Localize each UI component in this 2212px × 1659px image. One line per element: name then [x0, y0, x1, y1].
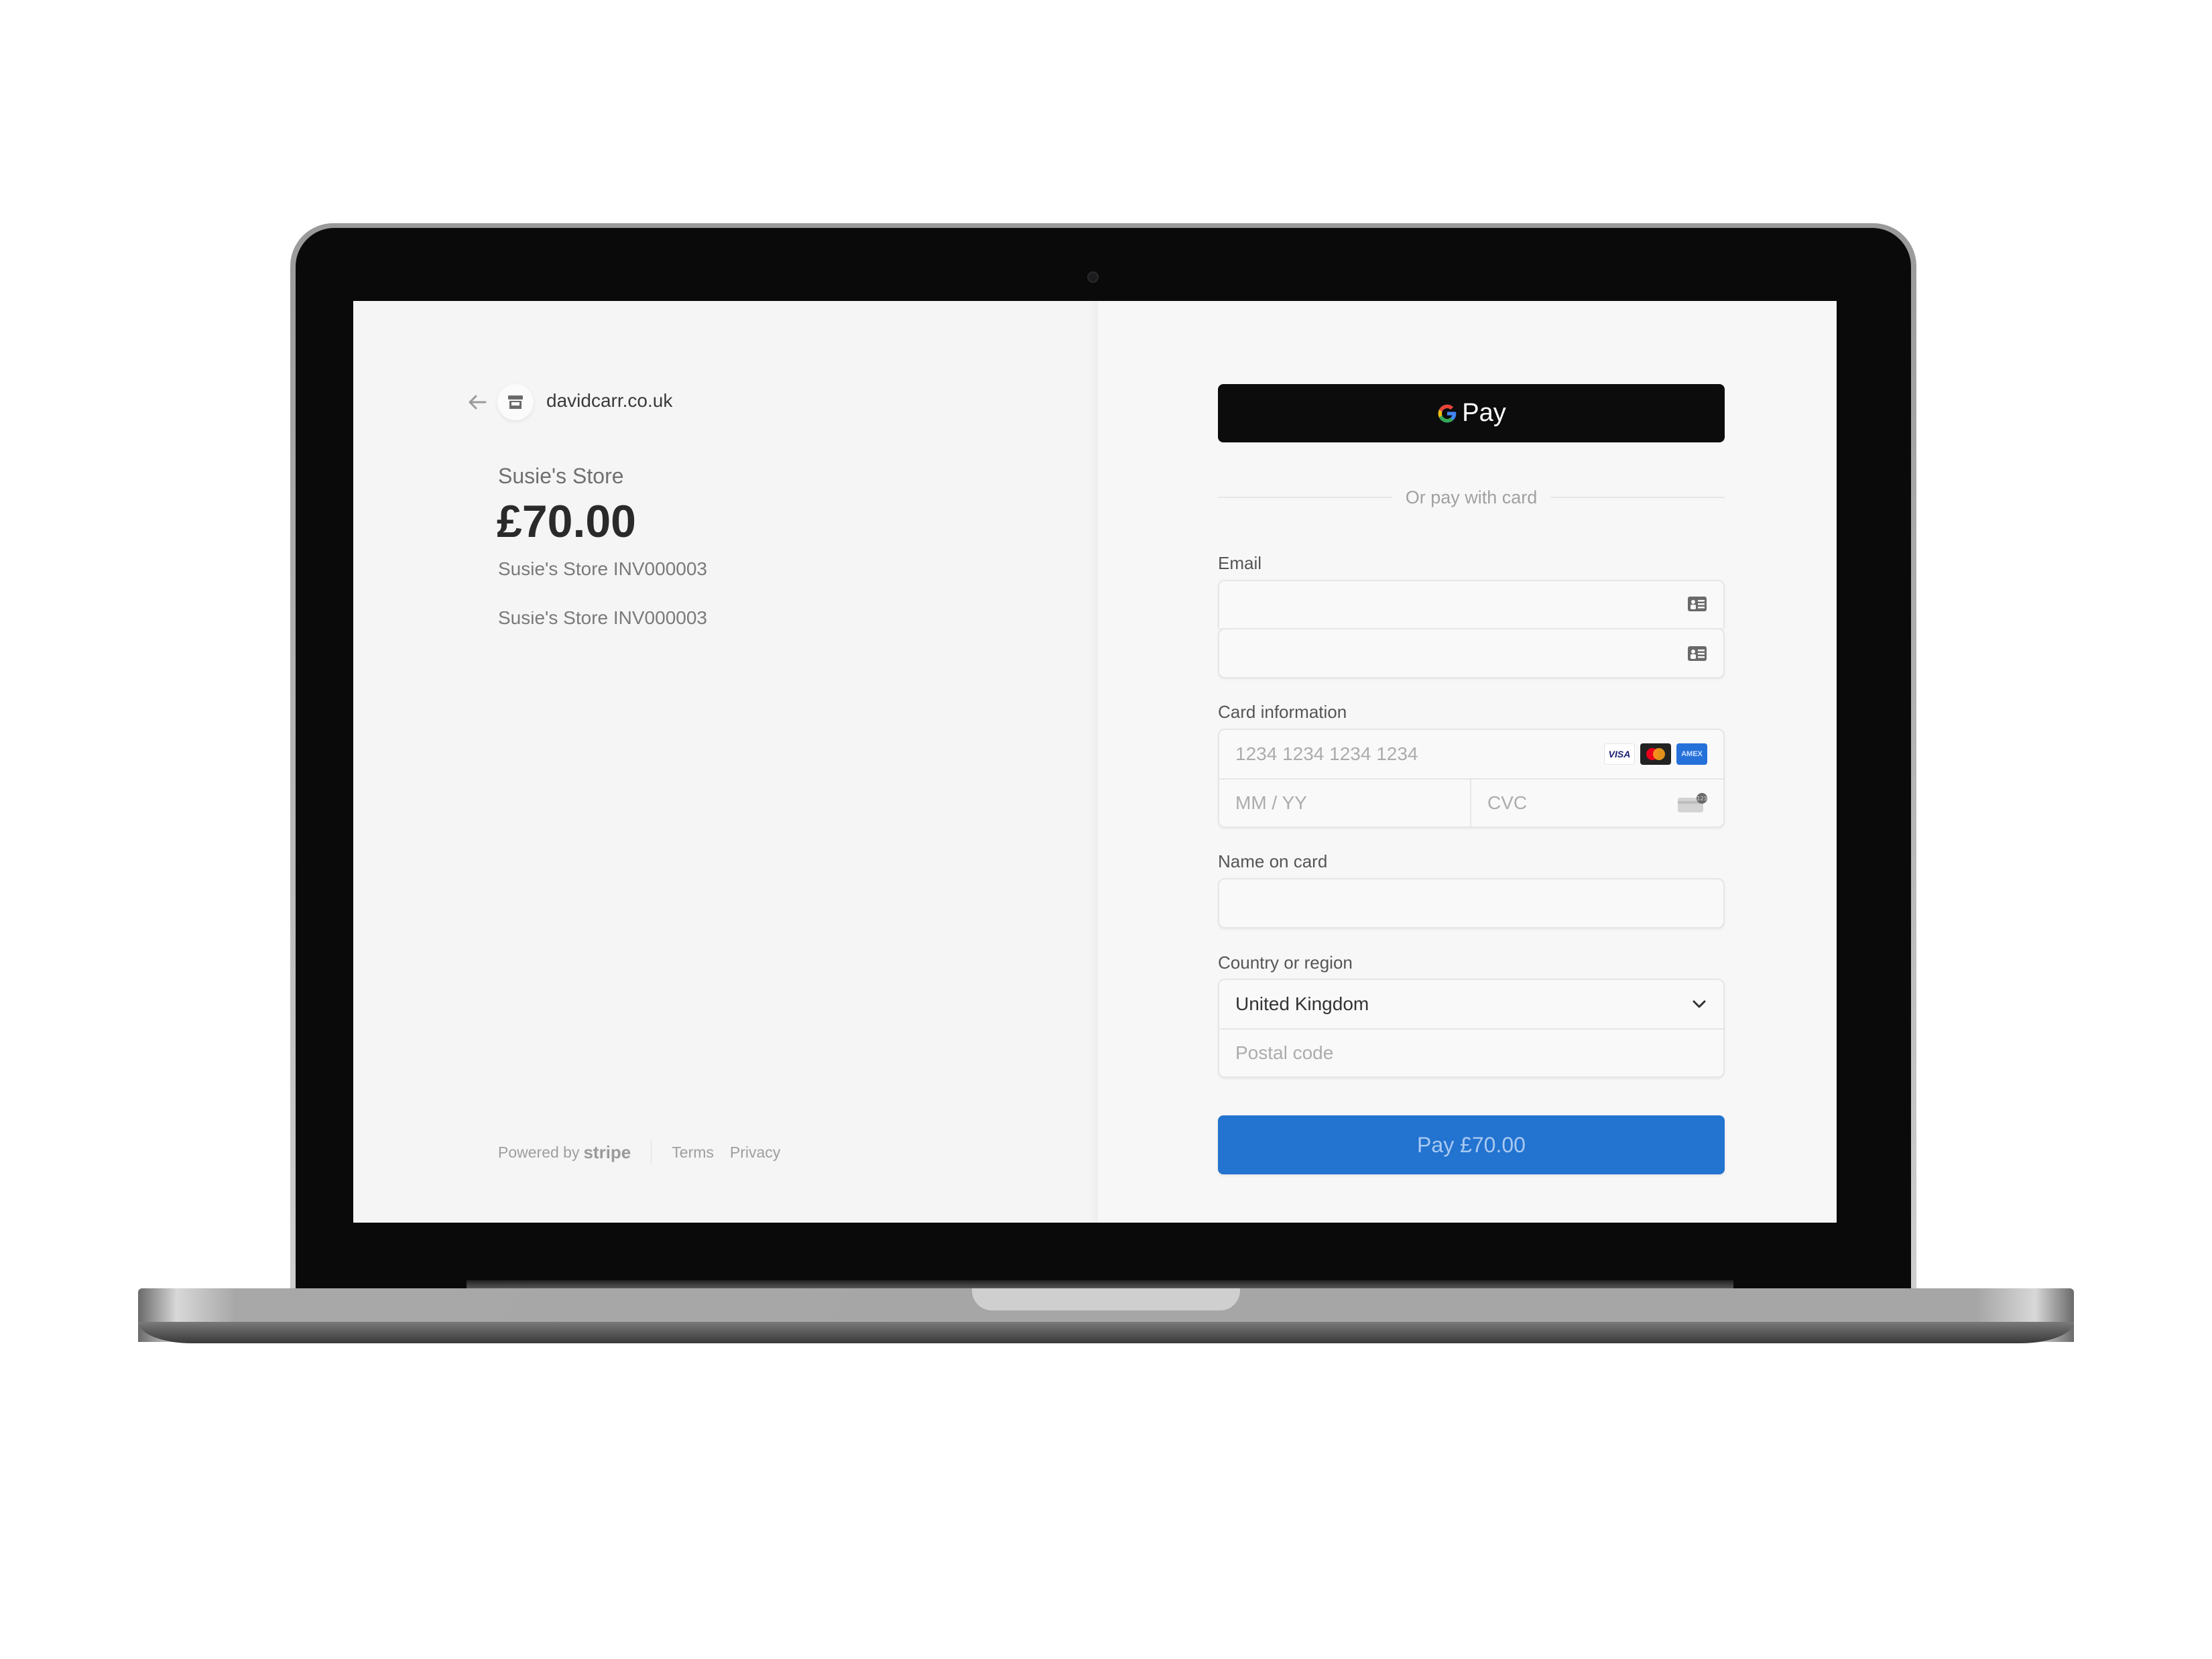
svg-text:123: 123: [1697, 796, 1707, 802]
footer: Powered by stripe Terms Privacy: [498, 1141, 796, 1164]
storefront-icon: [508, 395, 523, 409]
country-label: Country or region: [1218, 953, 1353, 973]
expiry-placeholder: MM / YY: [1235, 792, 1307, 813]
email-field-ghost[interactable]: [1218, 580, 1725, 628]
google-pay-label: Pay: [1462, 399, 1506, 427]
terms-link[interactable]: Terms: [672, 1144, 714, 1162]
card-brands: VISA AMEX: [1604, 743, 1707, 765]
cvc-placeholder: CVC: [1487, 792, 1528, 813]
invoice-description-duplicate: Susie's Store INV000003: [498, 607, 707, 628]
contact-card-icon: [1688, 597, 1707, 611]
merchant-name: Susie's Store: [498, 464, 624, 488]
or-divider: Or pay with card: [1218, 484, 1725, 511]
card-number-placeholder: 1234 1234 1234 1234: [1235, 743, 1418, 764]
card-info-group: 1234 1234 1234 1234 VISA AMEX MM / YY CV…: [1218, 729, 1725, 828]
invoice-description: Susie's Store INV000003: [498, 558, 707, 579]
chevron-down-icon: [1693, 1000, 1706, 1008]
visa-icon: VISA: [1604, 743, 1635, 765]
pay-button[interactable]: Pay £70.00: [1218, 1115, 1725, 1174]
divider-line-right: [1550, 497, 1725, 498]
divider-text: Or pay with card: [1405, 487, 1538, 507]
privacy-link[interactable]: Privacy: [730, 1144, 780, 1162]
email-field[interactable]: [1218, 628, 1725, 678]
mastercard-icon: [1640, 743, 1671, 765]
country-select[interactable]: United Kingdom: [1219, 980, 1723, 1028]
card-cvc-icon: 123: [1678, 793, 1707, 812]
powered-by-text: Powered by: [498, 1143, 580, 1161]
back-button[interactable]: [467, 393, 487, 412]
checkout-screen: davidcarr.co.uk Susie's Store £70.00 Sus…: [353, 301, 1837, 1223]
card-number-field[interactable]: 1234 1234 1234 1234 VISA AMEX: [1219, 730, 1723, 778]
google-pay-button[interactable]: Pay: [1218, 384, 1725, 442]
postal-code-placeholder: Postal code: [1235, 1042, 1334, 1063]
country-selected: United Kingdom: [1235, 993, 1369, 1014]
cvc-field[interactable]: CVC 123: [1471, 780, 1723, 826]
name-on-card-field[interactable]: [1218, 878, 1725, 928]
webcam: [1087, 271, 1099, 283]
contact-card-icon: [1688, 646, 1707, 661]
name-on-card-label: Name on card: [1218, 851, 1328, 871]
merchant-logo: [497, 384, 534, 420]
laptop-hinge: [467, 1280, 1733, 1288]
total-amount: £70.00: [497, 496, 636, 547]
payment-pane: Pay Or pay with card Email Card informat…: [1098, 301, 1837, 1223]
expiry-field[interactable]: MM / YY: [1219, 780, 1471, 826]
laptop-opening-notch: [972, 1288, 1240, 1310]
postal-code-field[interactable]: Postal code: [1219, 1028, 1723, 1077]
stripe-logo[interactable]: stripe: [583, 1142, 631, 1163]
merchant-domain: davidcarr.co.uk: [546, 390, 673, 411]
footer-divider: [651, 1141, 652, 1164]
arrow-left-icon: [469, 395, 487, 410]
card-info-label: Card information: [1218, 702, 1347, 722]
address-group: United Kingdom Postal code: [1218, 979, 1725, 1078]
divider-line-left: [1218, 497, 1392, 498]
amex-icon: AMEX: [1676, 743, 1707, 765]
google-g-icon: [1438, 404, 1457, 422]
order-summary-pane: davidcarr.co.uk Susie's Store £70.00 Sus…: [353, 301, 1098, 1223]
laptop-base-bottom: [138, 1322, 2074, 1343]
email-label: Email: [1218, 553, 1262, 573]
